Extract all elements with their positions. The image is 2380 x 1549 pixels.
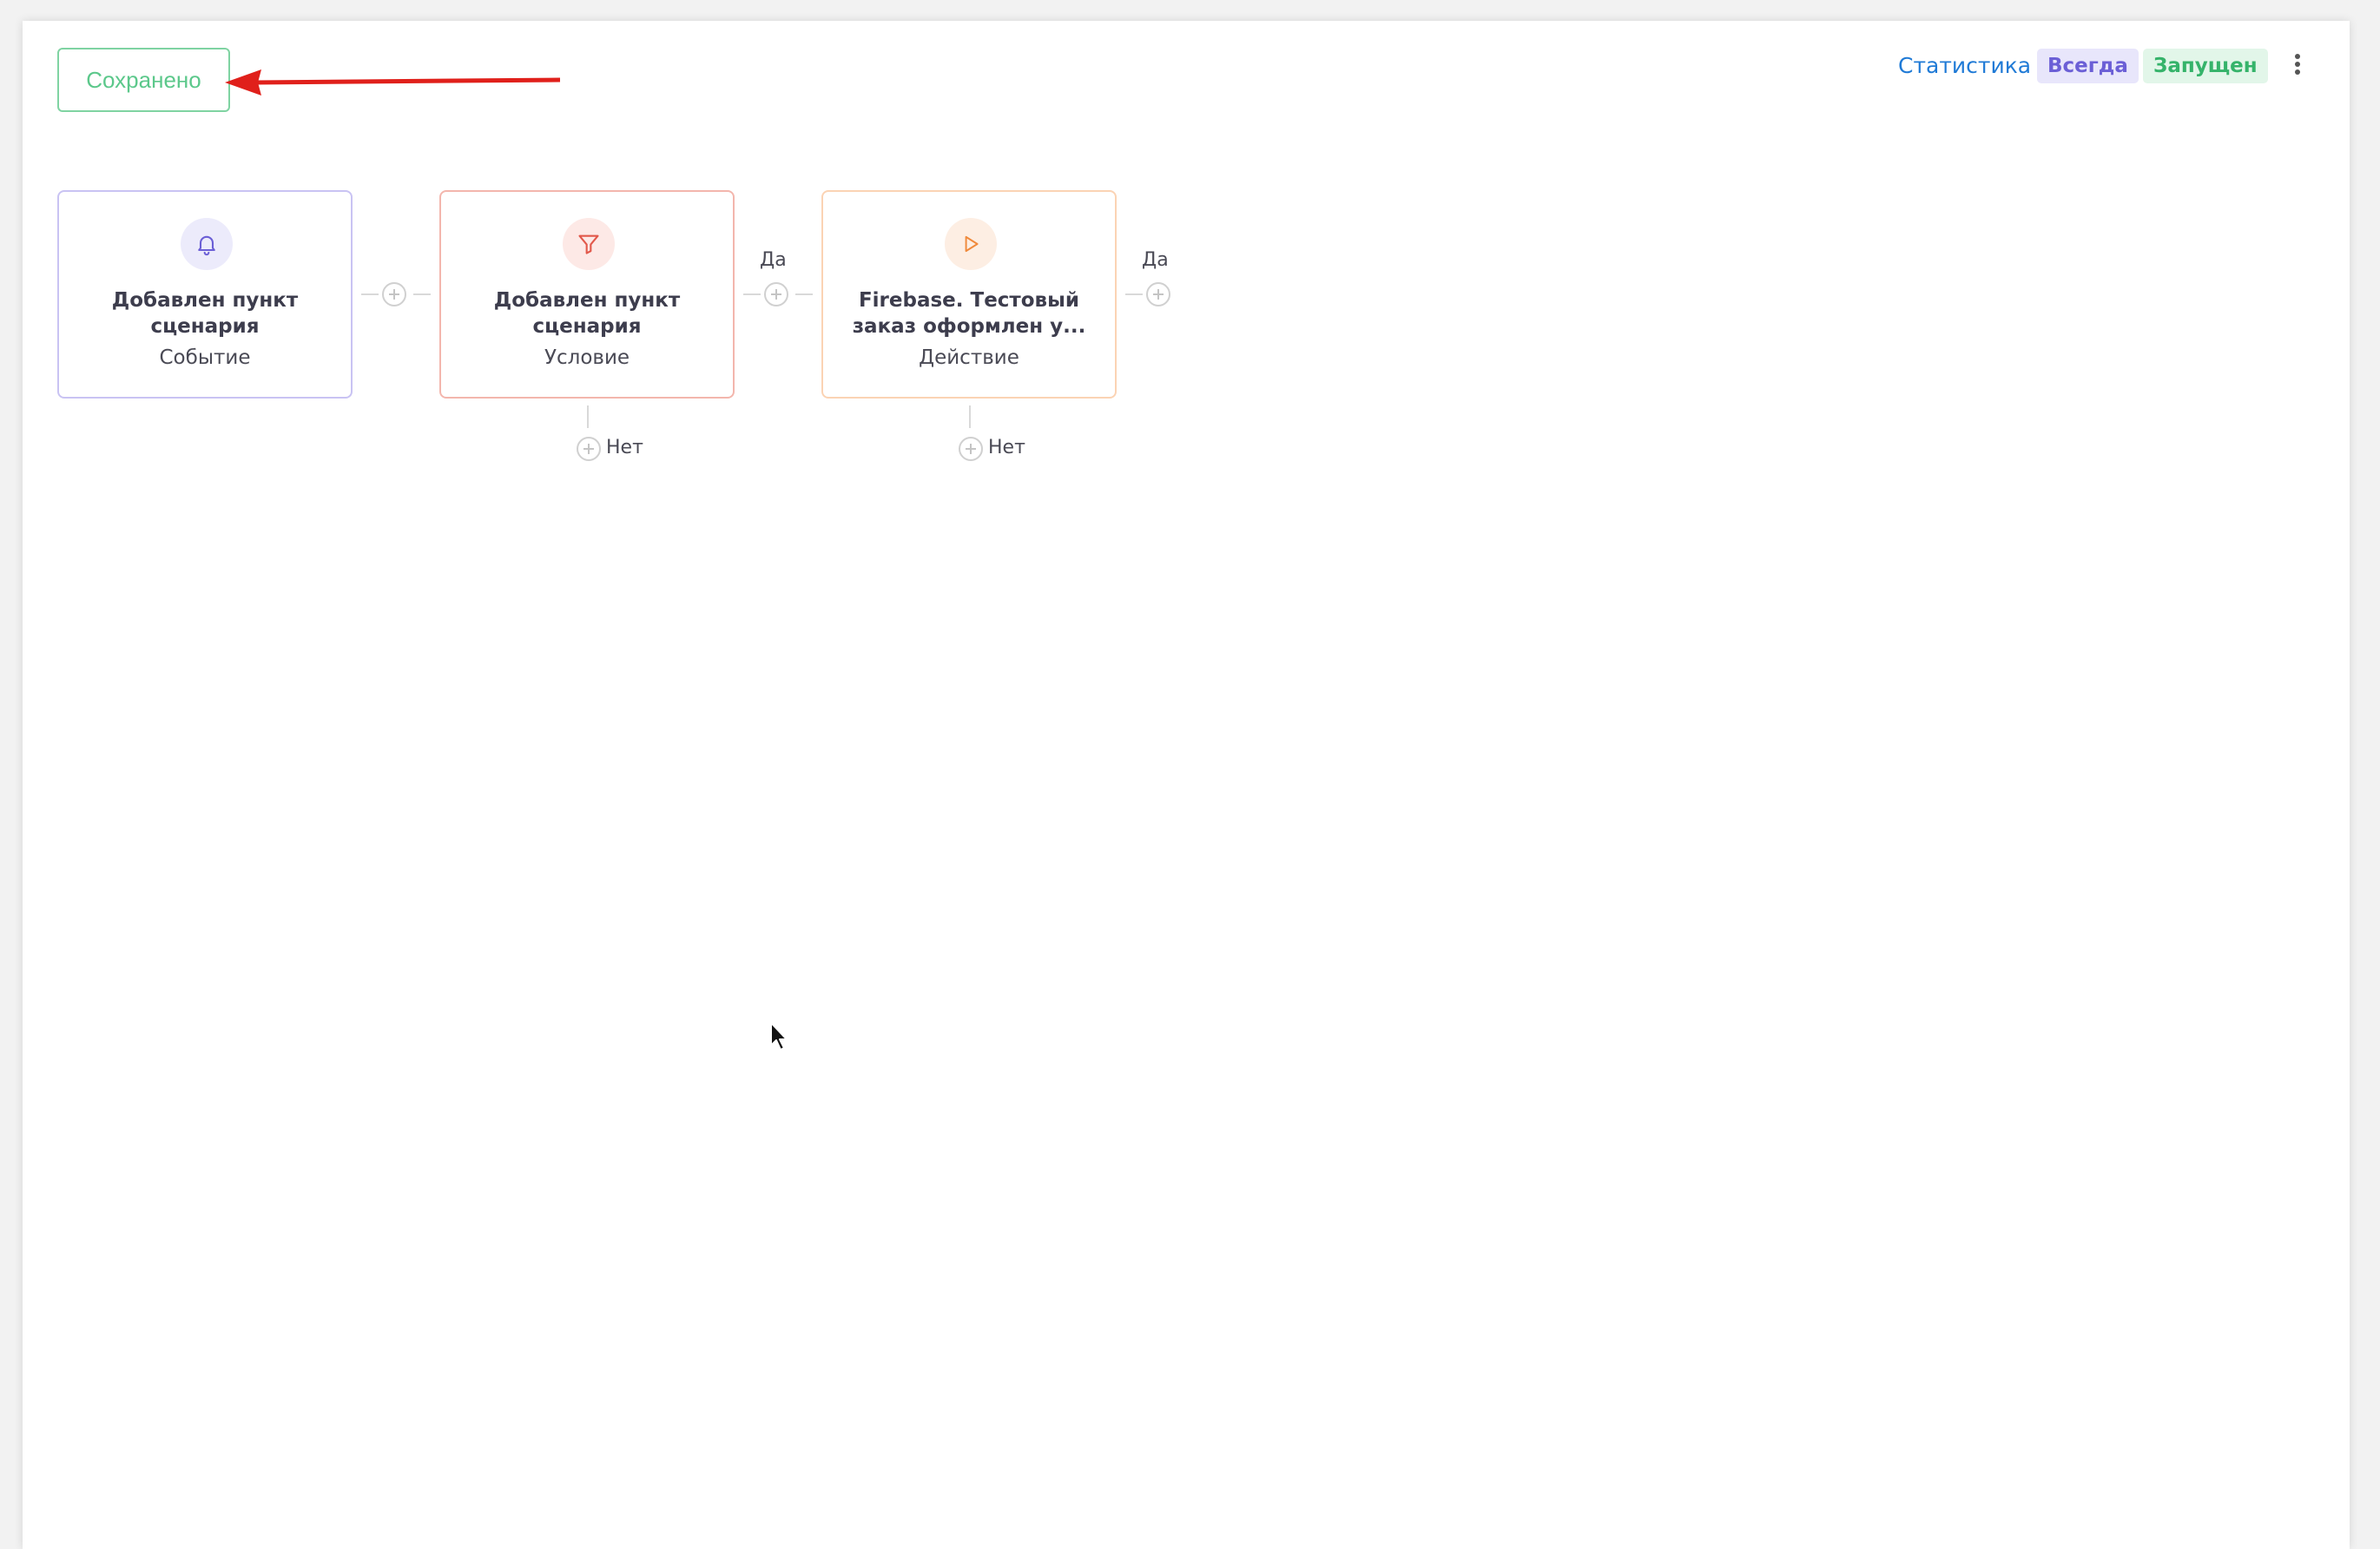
frequency-badge: Всегда (2037, 49, 2139, 83)
filter-icon (563, 218, 615, 270)
add-yes-step-plus-icon[interactable] (764, 282, 788, 307)
connector-line (413, 293, 431, 295)
no-branch-label: Нет (988, 437, 1025, 458)
bell-icon (181, 218, 233, 270)
node-title: Firebase. Тестовый заказ оформлен у... (852, 289, 1086, 338)
play-icon (945, 218, 997, 270)
annotation-arrow-icon (225, 69, 561, 96)
node-type: Действие (919, 346, 1019, 369)
add-step-plus-icon[interactable] (382, 282, 406, 307)
scenario-canvas (23, 21, 2350, 1549)
flow-node-event[interactable]: Добавлен пункт сценария Событие (57, 190, 353, 399)
add-no-step-plus-icon[interactable] (577, 437, 601, 461)
connector-line (743, 293, 761, 295)
statistics-link[interactable]: Статистика (1898, 50, 2031, 82)
more-options-icon[interactable] (2289, 49, 2306, 80)
node-title: Добавлен пункт сценария (493, 289, 681, 338)
flow-node-condition[interactable]: Добавлен пункт сценария Условие (439, 190, 735, 399)
node-title: Добавлен пункт сценария (111, 289, 299, 338)
connector-line (361, 293, 379, 295)
node-type: Условие (544, 346, 630, 369)
yes-branch-label: Да (760, 249, 787, 271)
add-yes-step-plus-icon[interactable] (1146, 282, 1170, 307)
connector-line (587, 405, 589, 428)
no-branch-label: Нет (606, 437, 643, 458)
flow-node-action[interactable]: Firebase. Тестовый заказ оформлен у... Д… (821, 190, 1117, 399)
status-badge: Запущен (2143, 49, 2268, 83)
mouse-cursor-icon (770, 1022, 788, 1051)
add-no-step-plus-icon[interactable] (959, 437, 983, 461)
yes-branch-label: Да (1142, 249, 1169, 271)
saved-status-button[interactable]: Сохранено (57, 48, 230, 112)
connector-line (969, 405, 971, 428)
connector-line (1125, 293, 1143, 295)
connector-line (795, 293, 813, 295)
node-type: Событие (159, 346, 251, 369)
